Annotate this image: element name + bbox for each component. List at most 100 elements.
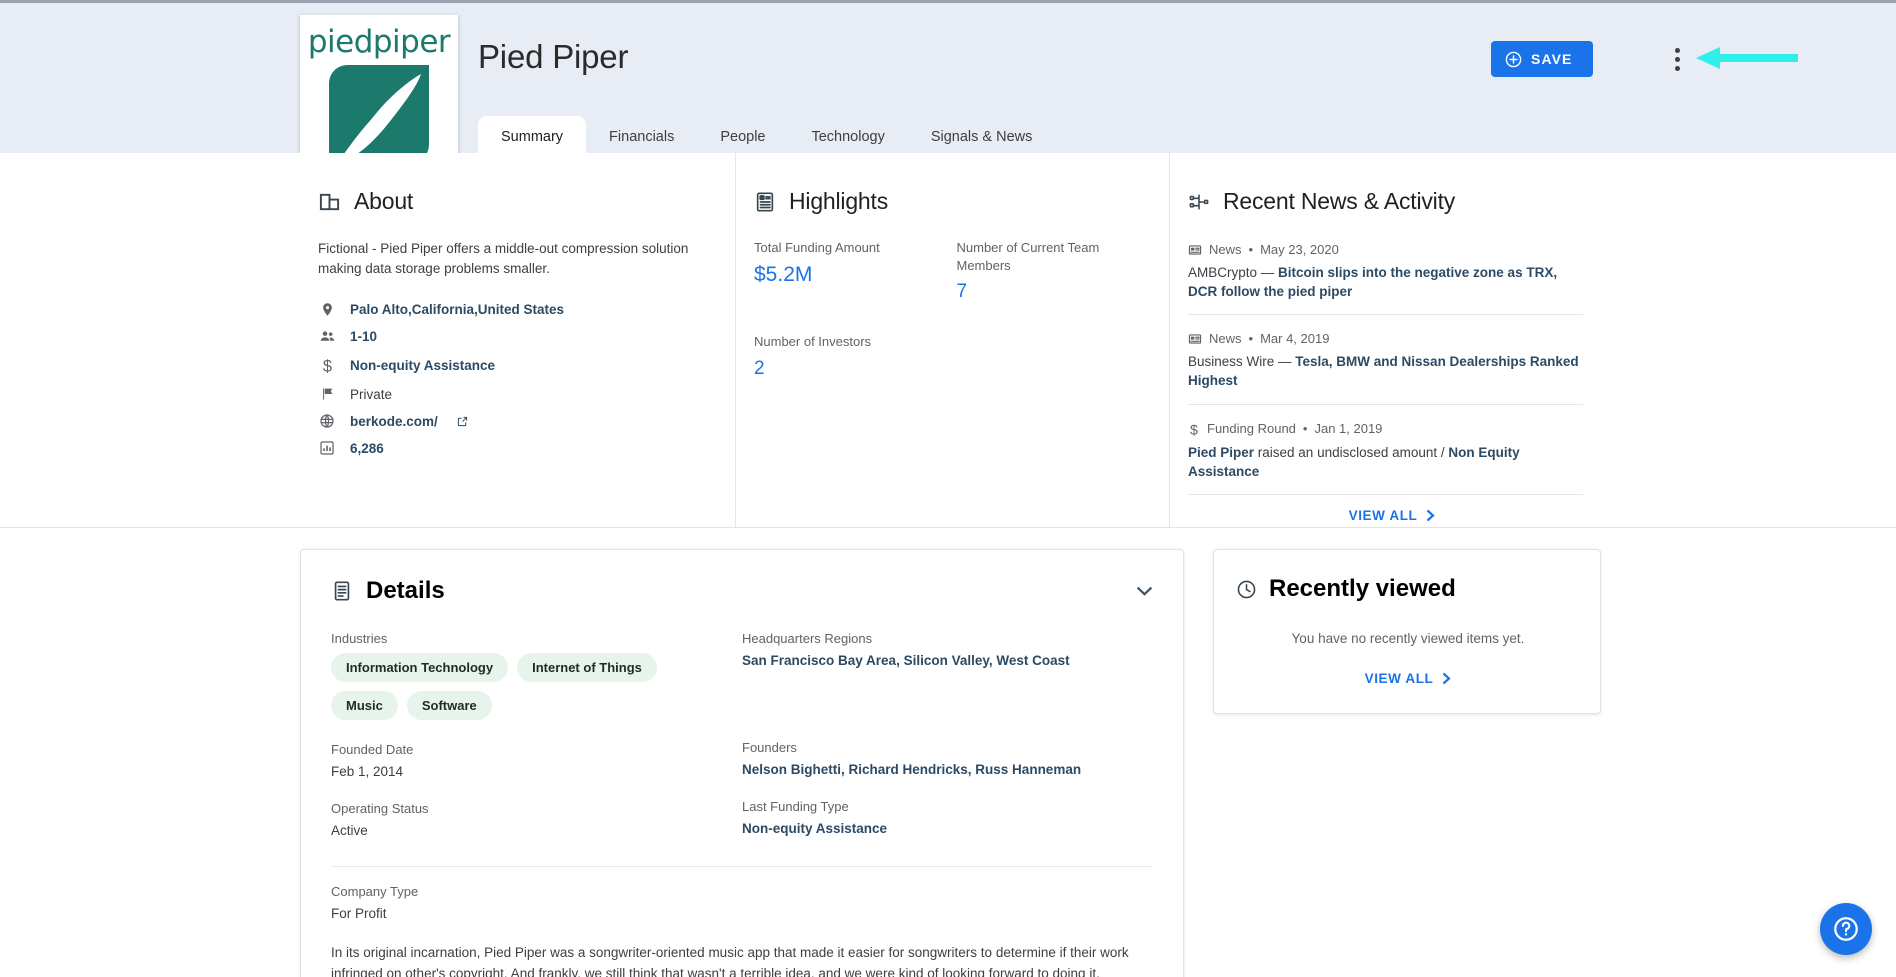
news-type: Funding Round <box>1207 421 1296 437</box>
industry-chip[interactable]: Information Technology <box>331 653 509 682</box>
about-row-employees: 1-10 <box>318 328 695 345</box>
recently-viewed-card: Recently viewed You have no recently vie… <box>1213 549 1601 714</box>
about-row-ownership: Private <box>318 386 695 402</box>
help-button[interactable] <box>1820 903 1872 955</box>
industry-chip[interactable]: Software <box>406 691 492 720</box>
about-description: Fictional - Pied Piper offers a middle-o… <box>318 241 689 276</box>
view-all-label: VIEW ALL <box>1364 671 1434 686</box>
details-founders: Founders Nelson Bighetti, Richard Hendri… <box>742 740 1133 777</box>
location-pin-icon <box>318 302 336 317</box>
industry-chip-list: Information Technology Internet of Thing… <box>331 653 711 720</box>
page-title: Pied Piper <box>478 38 629 75</box>
about-row-location: Palo Alto,California,United States <box>318 302 695 317</box>
highlight-value[interactable]: $5.2M <box>754 263 957 287</box>
highlight-empty-cell <box>957 333 1160 379</box>
about-employees-value[interactable]: 1-10 <box>350 329 377 344</box>
news-source: AMBCrypto — <box>1188 265 1279 280</box>
tab-technology[interactable]: Technology <box>788 116 907 157</box>
about-website-value[interactable]: berkode.com/ <box>350 414 438 429</box>
news-icon <box>1188 332 1202 346</box>
news-list-item[interactable]: $ Funding Round • Jan 1, 2019 Pied Piper… <box>1188 418 1583 495</box>
highlights-section: Highlights Total Funding Amount $5.2M Nu… <box>735 153 1170 528</box>
news-icon <box>1188 243 1202 257</box>
summary-panels: About Fictional - Pied Piper offers a mi… <box>0 153 1896 528</box>
highlights-grid: Total Funding Amount $5.2M Number of Cur… <box>754 239 1159 410</box>
news-list-item[interactable]: News • Mar 4, 2019 Business Wire — Tesla… <box>1188 328 1583 405</box>
news-meta: News • Mar 4, 2019 <box>1188 331 1583 346</box>
kebab-dot-icon <box>1674 65 1680 71</box>
details-value[interactable]: Nelson Bighetti, Richard Hendricks, Russ… <box>742 762 1133 777</box>
highlight-total-funding: Total Funding Amount $5.2M <box>754 239 957 303</box>
details-label: Industries <box>331 631 388 646</box>
tab-summary[interactable]: Summary <box>478 116 587 157</box>
chevron-down-icon[interactable] <box>1136 586 1153 597</box>
news-date: Mar 4, 2019 <box>1260 331 1330 347</box>
news-list-item[interactable]: News • May 23, 2020 AMBCrypto — Bitcoin … <box>1188 239 1583 316</box>
highlight-value[interactable]: 2 <box>754 358 957 380</box>
tab-signals-news[interactable]: Signals & News <box>908 116 1056 157</box>
help-circle-icon <box>1832 915 1860 943</box>
recently-viewed-title: Recently viewed <box>1269 575 1456 602</box>
about-row-funding: $ Non-equity Assistance <box>318 356 695 375</box>
industry-chip[interactable]: Internet of Things <box>517 653 657 682</box>
save-button[interactable]: SAVE <box>1491 41 1593 77</box>
details-title: Details <box>366 577 445 604</box>
about-section: About Fictional - Pied Piper offers a mi… <box>0 153 735 528</box>
highlight-value[interactable]: 7 <box>957 281 1160 303</box>
news-body: Business Wire — Tesla, BMW and Nissan De… <box>1188 352 1583 390</box>
header-actions: SAVE <box>1196 39 1896 83</box>
details-description-paragraph: In its original incarnation, Pied Piper … <box>331 945 1129 977</box>
section-divider <box>0 527 1896 534</box>
details-label: Last Funding Type <box>742 799 849 814</box>
details-value: Active <box>331 823 368 838</box>
details-label: Company Type <box>331 884 419 899</box>
news-separator: • <box>1302 421 1308 437</box>
details-card: Details Industries Information Technolog… <box>300 549 1184 977</box>
highlights-title: Highlights <box>789 188 888 214</box>
details-value[interactable]: San Francisco Bay Area, Silicon Valley, … <box>742 653 1133 668</box>
activity-graph-icon <box>1188 191 1210 213</box>
news-separator: • <box>1248 242 1254 257</box>
annotation-arrow-icon <box>1694 45 1800 71</box>
news-meta: $ Funding Round • Jan 1, 2019 <box>1188 421 1583 437</box>
clock-icon <box>1236 579 1257 600</box>
news-body: Pied Piper raised an undisclosed amount … <box>1188 443 1583 481</box>
news-company[interactable]: Pied Piper <box>1188 445 1254 460</box>
news-source: Business Wire — <box>1188 354 1296 370</box>
details-divider <box>331 866 1153 867</box>
news-view-all-link[interactable]: VIEW ALL <box>1188 508 1596 523</box>
dollar-icon: $ <box>1188 421 1200 437</box>
recent-news-header: Recent News & Activity <box>1188 188 1596 215</box>
tab-people[interactable]: People <box>697 116 788 157</box>
globe-icon <box>318 413 336 429</box>
more-options-button[interactable] <box>1664 43 1690 75</box>
logo-wordmark: piedpiper <box>307 24 451 60</box>
news-separator: • <box>1248 331 1254 347</box>
highlight-team-members: Number of Current Team Members 7 <box>957 239 1160 303</box>
company-logo: piedpiper <box>300 15 458 173</box>
about-funding-value[interactable]: Non-equity Assistance <box>350 358 495 373</box>
details-founded-date: Founded Date Feb 1, 2014 <box>331 742 722 779</box>
kebab-dot-icon <box>1674 47 1680 53</box>
recently-viewed-view-all-link[interactable]: VIEW ALL <box>1236 671 1580 686</box>
recently-viewed-header: Recently viewed <box>1236 575 1580 603</box>
details-value: Feb 1, 2014 <box>331 764 404 779</box>
chevron-right-icon <box>1442 672 1452 685</box>
highlight-investors: Number of Investors 2 <box>754 333 957 379</box>
details-label: Founded Date <box>331 742 414 757</box>
industry-chip[interactable]: Music <box>331 691 398 720</box>
view-all-label: VIEW ALL <box>1348 507 1418 523</box>
tab-financials[interactable]: Financials <box>586 116 697 157</box>
about-rank-value[interactable]: 6,286 <box>350 441 384 456</box>
piedpiper-leaf-icon <box>329 65 429 163</box>
details-operating-status: Operating Status Active <box>331 801 722 838</box>
about-title: About <box>354 188 414 214</box>
lower-content: Details Industries Information Technolog… <box>0 534 1896 977</box>
details-last-funding-type: Last Funding Type Non-equity Assistance <box>742 799 1133 836</box>
highlights-header: Highlights <box>754 188 1159 215</box>
svg-text:$: $ <box>322 358 331 375</box>
about-ownership-value: Private <box>350 386 393 402</box>
about-location-value[interactable]: Palo Alto,California,United States <box>350 302 564 317</box>
details-label: Founders <box>742 740 797 755</box>
details-value[interactable]: Non-equity Assistance <box>742 821 1133 836</box>
